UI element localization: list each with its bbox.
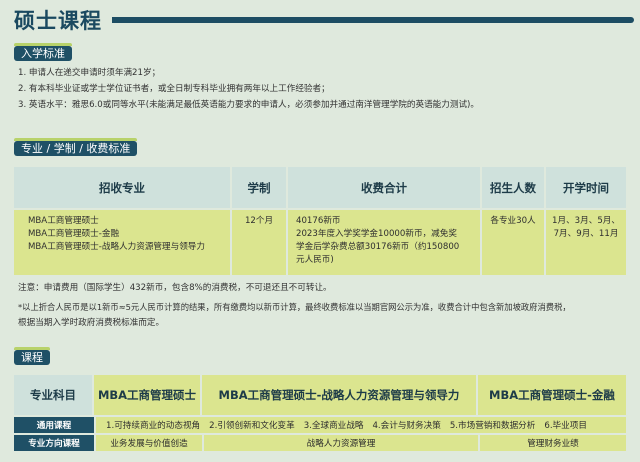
- header-cell: 学制: [232, 167, 288, 208]
- fees-table-header: 招收专业 学制 收费合计 招生人数 开学时间: [14, 167, 626, 208]
- table-row: 专业方向课程 业务发展与价值创造 战略人力资源管理 管理财务业绩: [14, 435, 626, 451]
- admission-item: 1. 申请人在递交申请时须年满21岁；: [18, 68, 161, 78]
- direction-course: 战略人力资源管理: [204, 435, 478, 451]
- direction-course: 管理财务业绩: [480, 435, 626, 451]
- duration-cell: 12个月: [232, 210, 288, 275]
- course-item: 4.会计与财务决策: [372, 421, 441, 431]
- course-item: 1.可持续商业的动态视角: [106, 421, 201, 431]
- header-cell: MBA工商管理硕士-金融: [478, 375, 626, 415]
- courses-table-header: 专业科目 MBA工商管理硕士 MBA工商管理硕士-战略人力资源管理与领导力 MB…: [14, 375, 626, 415]
- fee-line: 元人民币): [296, 255, 334, 265]
- direction-courses-label: 专业方向课程: [14, 435, 94, 451]
- courses-table: 专业科目 MBA工商管理硕士 MBA工商管理硕士-战略人力资源管理与领导力 MB…: [14, 375, 626, 451]
- header-cell: MBA工商管理硕士: [94, 375, 202, 415]
- course-item: 6.毕业项目: [544, 421, 587, 431]
- header-cell: 收费合计: [288, 167, 482, 208]
- page-title: 硕士课程: [14, 9, 102, 33]
- intake-line: 7月、9月、11月: [553, 229, 619, 239]
- enrollment-cell: 各专业30人: [482, 210, 546, 275]
- intake-line: 1月、3月、5月、: [552, 216, 620, 226]
- title-rule: [112, 17, 634, 23]
- header-cell: 开学时间: [563, 180, 609, 195]
- program-name: MBA工商管理硕士-金融: [28, 229, 120, 239]
- direction-course: 业务发展与价值创造: [96, 435, 202, 451]
- fee-line: 2023年度入学奖学金10000新币，减免奖: [296, 229, 457, 239]
- fee-note: *以上折合人民币是以1新币≈5元人民币计算的结果，所有缴费均以新币计算，最终收费…: [18, 302, 571, 312]
- table-row: 通用课程 1.可持续商业的动态视角 2.引领创新和文化变革 3.全球商业战略 4…: [14, 417, 626, 433]
- fee-line: 学金后学杂费总额30176新币（约150800: [296, 242, 460, 252]
- fee-note: 根据当期入学时政府消费税标准而定。: [18, 318, 165, 328]
- course-item: 3.全球商业战略: [303, 421, 364, 431]
- fee-line: 40176新币: [296, 216, 341, 226]
- programs-cell: MBA工商管理硕士 MBA工商管理硕士-金融 MBA工商管理硕士-战略人力资源管…: [14, 210, 232, 275]
- fee-note: 注意：申请费用（国际学生）432新币，包含8%的消费税，不可退还且不可转让。: [18, 283, 332, 293]
- courses-heading: 课程: [14, 347, 50, 365]
- fees-table: 招收专业 学制 收费合计 招生人数 开学时间 MBA工商管理硕士 MBA工商管理…: [14, 167, 626, 275]
- table-row: MBA工商管理硕士 MBA工商管理硕士-金融 MBA工商管理硕士-战略人力资源管…: [14, 208, 626, 275]
- general-courses-label: 通用课程: [14, 417, 94, 433]
- admission-heading: 入学标准: [14, 43, 72, 61]
- fees-heading: 专业 / 学制 / 收费标准: [14, 138, 138, 156]
- general-courses: 1.可持续商业的动态视角 2.引领创新和文化变革 3.全球商业战略 4.会计与财…: [96, 417, 626, 433]
- fee-cell: 40176新币 2023年度入学奖学金10000新币，减免奖 学金后学杂费总额3…: [288, 210, 482, 275]
- header-cell: 招生人数: [482, 167, 546, 208]
- admission-item: 3. 英语水平：雅思6.0或同等水平(未能满足最低英语能力要求的申请人，必须参加…: [18, 100, 479, 110]
- program-name: MBA工商管理硕士-战略人力资源管理与领导力: [28, 242, 205, 252]
- course-item: 2.引领创新和文化变革: [209, 421, 295, 431]
- header-cell: 招收专业: [14, 167, 232, 208]
- header-cell: MBA工商管理硕士-战略人力资源管理与领导力: [202, 375, 478, 415]
- header-cell: 专业科目: [14, 375, 94, 415]
- course-item: 5.市场营销和数据分析: [449, 421, 536, 431]
- admission-item: 2. 有本科毕业证或学士学位证书者，或全日制专科毕业拥有两年以上工作经验者；: [18, 84, 330, 94]
- program-name: MBA工商管理硕士: [28, 216, 99, 226]
- intake-cell: 1月、3月、5月、 7月、9月、11月: [546, 210, 626, 275]
